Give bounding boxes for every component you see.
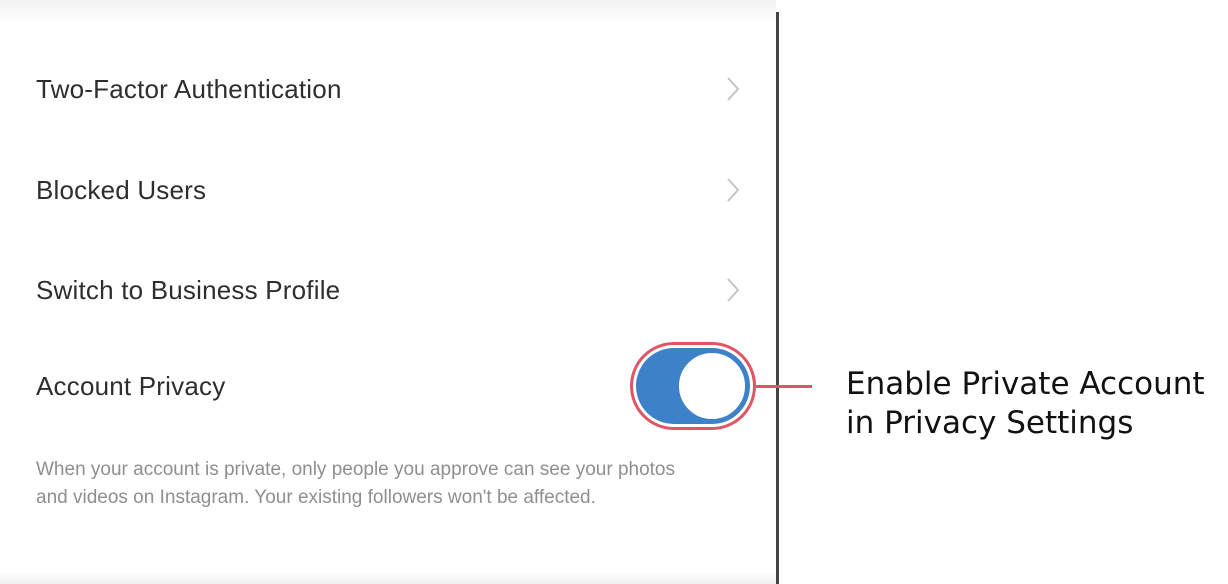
settings-item-business-profile[interactable]: Switch to Business Profile xyxy=(0,260,776,320)
settings-item-label: Switch to Business Profile xyxy=(36,274,341,305)
settings-item-blocked-users[interactable]: Blocked Users xyxy=(0,160,776,220)
settings-item-label: Blocked Users xyxy=(36,174,207,205)
callout-connector-line xyxy=(756,385,812,388)
top-divider xyxy=(0,0,776,24)
callout-line-2: in Privacy Settings xyxy=(846,405,1134,441)
toggle-highlight-ring xyxy=(630,342,756,430)
chevron-right-icon xyxy=(726,175,740,205)
bottom-divider xyxy=(0,572,776,584)
settings-item-two-factor[interactable]: Two-Factor Authentication xyxy=(0,59,776,119)
account-privacy-label: Account Privacy xyxy=(36,370,226,401)
settings-panel: Two-Factor Authentication Blocked Users … xyxy=(0,0,776,584)
chevron-right-icon xyxy=(726,275,740,305)
settings-item-label: Two-Factor Authentication xyxy=(36,73,342,104)
callout-line-1: Enable Private Account xyxy=(846,366,1205,402)
chevron-right-icon xyxy=(726,74,740,104)
vertical-divider xyxy=(776,12,779,584)
privacy-description: When your account is private, only peopl… xyxy=(36,459,675,508)
